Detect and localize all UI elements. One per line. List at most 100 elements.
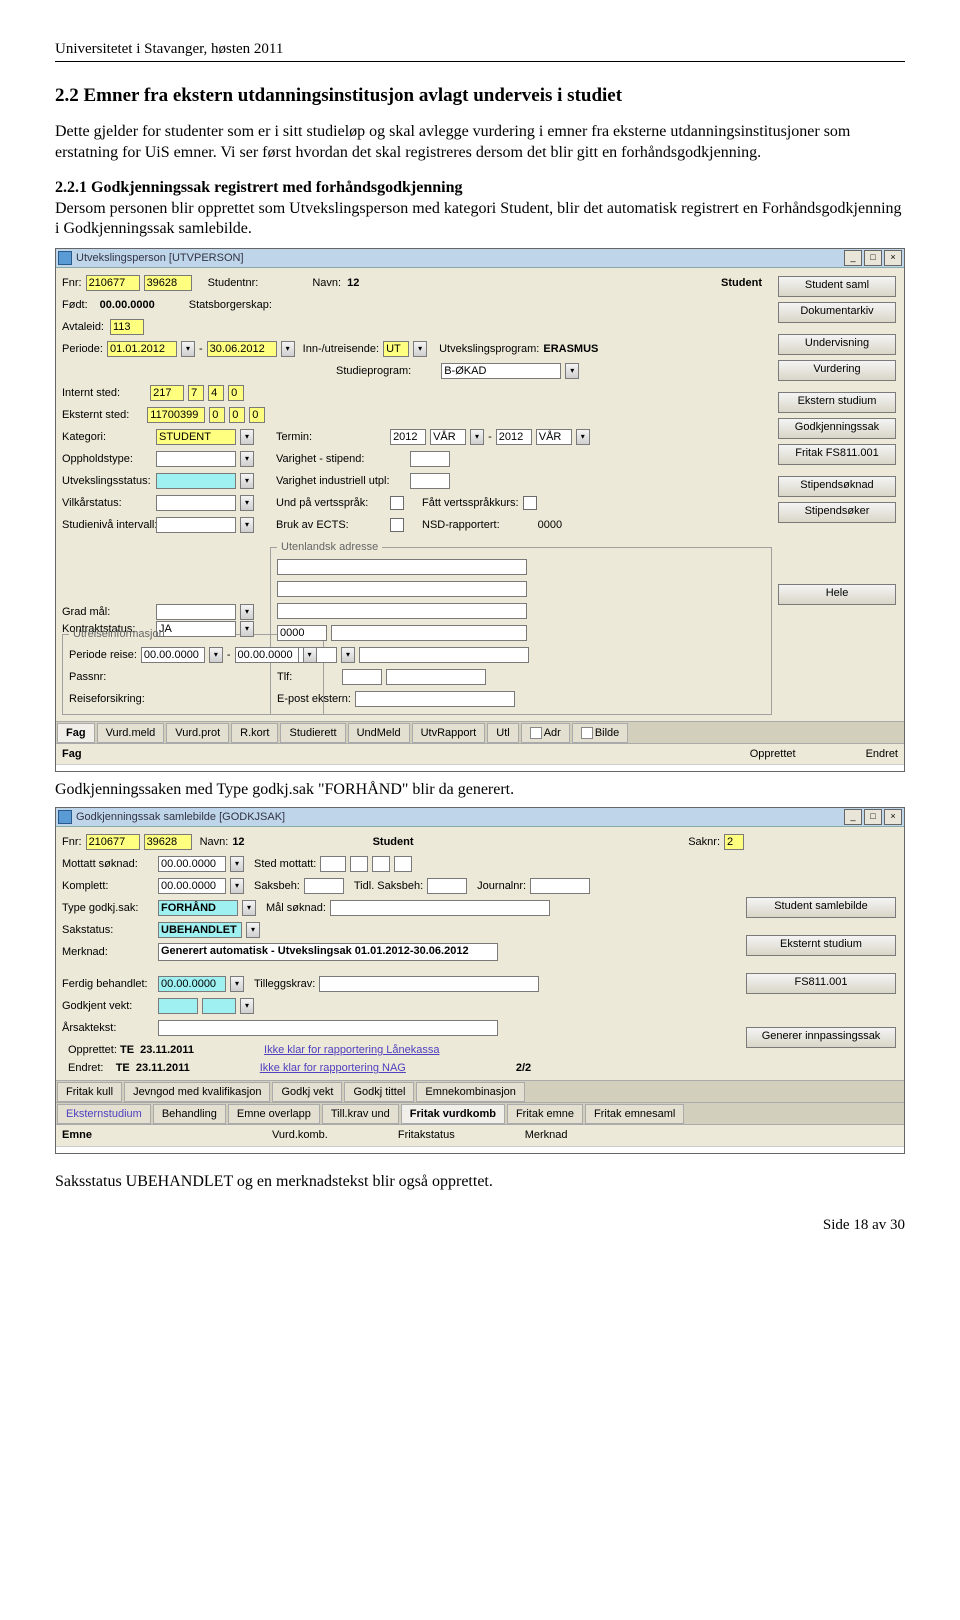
- ferdig-behandlet-input[interactable]: 00.00.0000: [158, 976, 226, 992]
- termin-year-1[interactable]: 2012: [390, 429, 426, 445]
- side-btn-fs811[interactable]: FS811.001: [746, 973, 896, 994]
- dropdown-icon[interactable]: ▾: [240, 473, 254, 489]
- tab-godkj-tittel[interactable]: Godkj tittel: [344, 1082, 414, 1102]
- dropdown-icon[interactable]: ▾: [281, 341, 295, 357]
- side-btn-hele[interactable]: Hele: [778, 584, 896, 605]
- tab-fritak-emnesaml[interactable]: Fritak emnesaml: [585, 1104, 684, 1124]
- side-btn-stipendsoknad[interactable]: Stipendsøknad: [778, 476, 896, 497]
- journalnr-input[interactable]: [530, 878, 590, 894]
- fnr-input-1[interactable]: 210677: [86, 834, 140, 850]
- tab-emnekombinasjon[interactable]: Emnekombinasjon: [416, 1082, 525, 1102]
- minimize-button[interactable]: _: [844, 809, 862, 825]
- addr-line-2[interactable]: [277, 581, 527, 597]
- addr-line-3[interactable]: [277, 603, 527, 619]
- eksternt-sted-2[interactable]: 0: [209, 407, 225, 423]
- ects-checkbox[interactable]: [390, 518, 404, 532]
- tab-rkort[interactable]: R.kort: [231, 723, 278, 743]
- dropdown-icon[interactable]: ▾: [470, 429, 484, 445]
- innut-input[interactable]: UT: [383, 341, 409, 357]
- periode-from-input[interactable]: 01.01.2012: [107, 341, 177, 357]
- eksternt-sted-1[interactable]: 11700399: [147, 407, 205, 423]
- sted-mottatt-4[interactable]: [394, 856, 412, 872]
- close-button[interactable]: ×: [884, 809, 902, 825]
- und-vertssprak-checkbox[interactable]: [390, 496, 404, 510]
- addr-zip[interactable]: 0000: [277, 625, 327, 641]
- tab-utvrapport[interactable]: UtvRapport: [412, 723, 486, 743]
- sted-mottatt-1[interactable]: [320, 856, 346, 872]
- studieprogram-input[interactable]: B-ØKAD: [441, 363, 561, 379]
- periode-to-input[interactable]: 30.06.2012: [207, 341, 277, 357]
- dropdown-icon[interactable]: ▾: [341, 647, 355, 663]
- dropdown-icon[interactable]: ▾: [240, 451, 254, 467]
- kategori-input[interactable]: STUDENT: [156, 429, 236, 445]
- periode-reise-to[interactable]: 00.00.0000: [235, 647, 299, 663]
- dropdown-icon[interactable]: ▾: [240, 604, 254, 620]
- dropdown-icon[interactable]: ▾: [565, 363, 579, 379]
- mottatt-soknad-input[interactable]: 00.00.0000: [158, 856, 226, 872]
- dropdown-icon[interactable]: ▾: [240, 621, 254, 637]
- dropdown-icon[interactable]: ▾: [230, 976, 244, 992]
- tlf-2[interactable]: [386, 669, 486, 685]
- godkjent-vekt-input[interactable]: [158, 998, 198, 1014]
- side-btn-dokumentarkiv[interactable]: Dokumentarkiv: [778, 302, 896, 323]
- dropdown-icon[interactable]: ▾: [240, 495, 254, 511]
- minimize-button[interactable]: _: [844, 250, 862, 266]
- close-button[interactable]: ×: [884, 250, 902, 266]
- tab-fag[interactable]: Fag: [57, 723, 95, 743]
- internt-sted-1[interactable]: 217: [150, 385, 184, 401]
- link-lanekassa[interactable]: Ikke klar for rapportering Lånekassa: [264, 1043, 439, 1057]
- tlf-1[interactable]: [342, 669, 382, 685]
- vilkarstatus-input[interactable]: [156, 495, 236, 511]
- periode-reise-from[interactable]: 00.00.0000: [141, 647, 205, 663]
- dropdown-icon[interactable]: ▾: [240, 998, 254, 1014]
- mal-soknad-input[interactable]: [330, 900, 550, 916]
- aarsaktekst-input[interactable]: [158, 1020, 498, 1036]
- dropdown-icon[interactable]: ▾: [209, 647, 223, 663]
- tab-fritak-kull[interactable]: Fritak kull: [57, 1082, 122, 1102]
- merknad-input[interactable]: Generert automatisk - Utvekslingsak 01.0…: [158, 943, 498, 961]
- side-btn-vurdering[interactable]: Vurdering: [778, 360, 896, 381]
- sakstatus-input[interactable]: UBEHANDLET: [158, 922, 242, 938]
- internt-sted-4[interactable]: 0: [228, 385, 244, 401]
- fnr-input-1[interactable]: 210677: [86, 275, 140, 291]
- eksternt-sted-4[interactable]: 0: [249, 407, 265, 423]
- kontraktstatus-input[interactable]: JA: [156, 621, 236, 637]
- tidl-saksbeh-input[interactable]: [427, 878, 467, 894]
- dropdown-icon[interactable]: ▾: [181, 341, 195, 357]
- dropdown-icon[interactable]: ▾: [242, 900, 256, 916]
- internt-sted-3[interactable]: 4: [208, 385, 224, 401]
- tab-adr[interactable]: Adr: [521, 723, 570, 743]
- internt-sted-2[interactable]: 7: [188, 385, 204, 401]
- sted-mottatt-3[interactable]: [372, 856, 390, 872]
- side-btn-generer-innpassingssak[interactable]: Generer innpassingssak: [746, 1027, 896, 1048]
- side-btn-student-saml[interactable]: Student saml: [778, 276, 896, 297]
- tab-fritak-emne[interactable]: Fritak emne: [507, 1104, 583, 1124]
- addr-line-1[interactable]: [277, 559, 527, 575]
- tilleggskrav-input[interactable]: [319, 976, 539, 992]
- avtaleid-input[interactable]: 113: [110, 319, 144, 335]
- tab-vurdprot[interactable]: Vurd.prot: [166, 723, 229, 743]
- side-btn-ekstern-studium[interactable]: Ekstern studium: [778, 392, 896, 413]
- tab-jevngod[interactable]: Jevngod med kvalifikasjon: [124, 1082, 270, 1102]
- utvekslingsstatus-input[interactable]: [156, 473, 236, 489]
- oppholdstype-input[interactable]: [156, 451, 236, 467]
- dropdown-icon[interactable]: ▾: [230, 856, 244, 872]
- tab-utl[interactable]: Utl: [487, 723, 518, 743]
- maximize-button[interactable]: □: [864, 250, 882, 266]
- tab-vurdmeld[interactable]: Vurd.meld: [97, 723, 165, 743]
- eksternt-sted-3[interactable]: 0: [229, 407, 245, 423]
- addr-city[interactable]: [331, 625, 527, 641]
- godkjent-vekt-unit[interactable]: [202, 998, 236, 1014]
- tab-godkj-vekt[interactable]: Godkj vekt: [272, 1082, 342, 1102]
- type-godkjsak-input[interactable]: FORHÅND: [158, 900, 238, 916]
- dropdown-icon[interactable]: ▾: [240, 517, 254, 533]
- varighet-industriell-input[interactable]: [410, 473, 450, 489]
- dropdown-icon[interactable]: ▾: [246, 922, 260, 938]
- tab-behandling[interactable]: Behandling: [153, 1104, 226, 1124]
- tab-bilde[interactable]: Bilde: [572, 723, 628, 743]
- side-btn-stipendsoker[interactable]: Stipendsøker: [778, 502, 896, 523]
- tab-emne-overlapp[interactable]: Emne overlapp: [228, 1104, 320, 1124]
- saksbeh-input[interactable]: [304, 878, 344, 894]
- side-btn-undervisning[interactable]: Undervisning: [778, 334, 896, 355]
- grad-mal-input[interactable]: [156, 604, 236, 620]
